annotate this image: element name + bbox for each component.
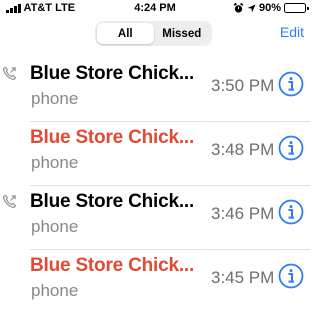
recent-calls-list: Blue Store Chick... phone 3:50 PM Blue Stor… [0, 58, 310, 314]
status-bar: AT&T LTE 4:24 PM 90% [0, 0, 310, 18]
call-row[interactable]: Blue Store Chick... phone 3:50 PM [0, 58, 310, 122]
outgoing-call-icon [3, 194, 17, 208]
caller-name: Blue Store Chick... [30, 191, 195, 212]
call-type-label: phone [31, 217, 79, 236]
caller-name: Blue Store Chick... [30, 255, 195, 276]
info-icon[interactable] [278, 263, 304, 289]
call-row[interactable]: Blue Store Chick... phone 3:46 PM [0, 186, 310, 250]
alarm-icon [233, 2, 244, 13]
call-filter-segmented-control: All Missed [95, 21, 212, 46]
battery-icon [284, 3, 309, 13]
status-right: 90% [233, 2, 309, 14]
outgoing-call-icon [3, 66, 17, 80]
call-row[interactable]: Blue Store Chick... phone 3:48 PM [0, 122, 310, 186]
info-icon[interactable] [278, 135, 304, 161]
call-row[interactable]: Blue Store Chick... phone 3:45 PM [0, 250, 310, 314]
caller-name: Blue Store Chick... [30, 127, 195, 148]
info-icon[interactable] [278, 199, 304, 225]
caller-name: Blue Store Chick... [30, 63, 195, 84]
edit-button[interactable]: Edit [280, 24, 304, 40]
call-type-label: phone [31, 89, 79, 108]
segment-all[interactable]: All [97, 23, 154, 44]
call-type-label: phone [31, 281, 79, 300]
call-type-label: phone [31, 153, 79, 172]
call-time: 3:46 PM [211, 204, 275, 223]
segment-missed[interactable]: Missed [154, 23, 211, 44]
battery-percent: 90% [258, 2, 281, 14]
info-icon[interactable] [278, 71, 304, 97]
call-time: 3:50 PM [211, 76, 275, 95]
location-arrow-icon [247, 3, 256, 13]
call-time: 3:48 PM [211, 140, 275, 159]
call-time: 3:45 PM [211, 268, 275, 287]
